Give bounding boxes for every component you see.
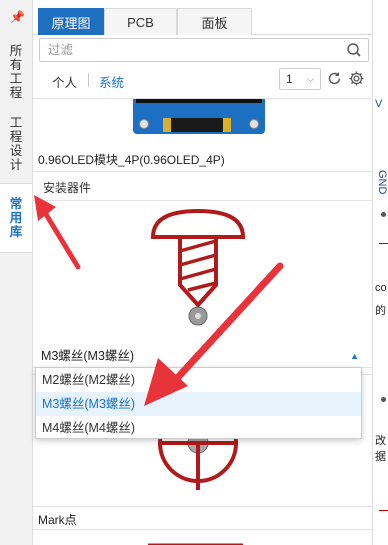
tab-pcb[interactable]: PCB <box>104 8 177 35</box>
chevron-up-icon: ▲ <box>350 351 359 361</box>
gear-icon[interactable] <box>348 70 365 90</box>
canvas-text: 改 <box>375 435 386 447</box>
section-title: 安装器件 <box>43 181 92 195</box>
search-box <box>39 38 369 62</box>
oled-module-preview[interactable] <box>33 99 373 146</box>
divider <box>33 171 373 172</box>
canvas-text: V <box>375 98 383 110</box>
canvas-text: co <box>375 282 387 294</box>
vtab-project-design[interactable]: 工 程 设 计 <box>0 112 32 176</box>
refresh-icon[interactable] <box>326 70 343 90</box>
schematic-canvas-edge[interactable]: V GND co 的 改 据 <box>374 0 388 545</box>
variant-dropdown: M2螺丝(M2螺丝) M3螺丝(M3螺丝) M4螺丝(M4螺丝) <box>35 367 362 439</box>
canvas-text: 的 <box>375 305 386 317</box>
canvas-wire <box>379 510 388 511</box>
page-select-value: 1 <box>286 72 293 86</box>
search-input[interactable] <box>40 39 330 61</box>
filter-divider <box>88 73 89 87</box>
vtab-char: 有 <box>9 58 23 72</box>
mark-label: Mark点 <box>38 513 77 527</box>
filter-system[interactable]: 系统 <box>99 72 124 91</box>
vtab-char: 常 <box>9 197 23 211</box>
search-icon[interactable] <box>346 42 362 61</box>
next-item-preview <box>148 543 243 545</box>
divider <box>33 529 373 530</box>
panel-tabs: 原理图 PCB 面板 <box>33 8 373 35</box>
vtab-all-projects[interactable]: 所 有 工 程 <box>0 40 32 104</box>
vtab-char: 计 <box>9 158 23 172</box>
vtab-char: 用 <box>9 211 23 225</box>
component-list: 0.96OLED模块_4P(0.96OLED_4P) 安装器件 M3螺丝(M3螺… <box>33 98 373 545</box>
filter-row: 个人 系统 1 ⌵ <box>33 68 373 94</box>
vtab-char: 所 <box>9 44 23 58</box>
variant-select-value: M3螺丝(M3螺丝) <box>41 349 135 363</box>
vtab-char: 库 <box>9 225 23 239</box>
vtab-char: 程 <box>9 130 23 144</box>
dropdown-option-m2[interactable]: M2螺丝(M2螺丝) <box>36 368 361 392</box>
pin-icon[interactable]: 📌 <box>10 10 25 24</box>
variant-select[interactable]: M3螺丝(M3螺丝) ▲ <box>33 345 365 367</box>
filter-personal[interactable]: 个人 <box>52 72 77 91</box>
vtab-char: 程 <box>9 86 23 100</box>
vtab-char: 工 <box>9 116 23 130</box>
vtab-char: 工 <box>9 72 23 86</box>
canvas-text: GND <box>376 170 388 195</box>
dropdown-option-m3[interactable]: M3螺丝(M3螺丝) <box>36 392 361 416</box>
canvas-wire <box>379 243 388 244</box>
canvas-junction <box>381 212 386 217</box>
left-rail: 📌 所 有 工 程 工 程 设 计 常 用 库 <box>0 0 33 545</box>
canvas-text: 据 <box>375 451 386 463</box>
library-panel: 原理图 PCB 面板 个人 系统 1 ⌵ <box>33 0 373 545</box>
tab-panel[interactable]: 面板 <box>177 8 252 35</box>
tab-schematic[interactable]: 原理图 <box>38 8 104 35</box>
vtab-common-library[interactable]: 常 用 库 <box>0 183 32 253</box>
oled-module-label: 0.96OLED模块_4P(0.96OLED_4P) <box>38 153 225 167</box>
page-select[interactable]: 1 ⌵ <box>279 68 321 90</box>
m3-screw-symbol <box>150 208 246 326</box>
dropdown-option-m4[interactable]: M4螺丝(M4螺丝) <box>36 416 361 440</box>
vtab-char: 设 <box>9 144 23 158</box>
canvas-junction <box>381 397 386 402</box>
chevron-down-icon: ⌵ <box>307 74 314 84</box>
